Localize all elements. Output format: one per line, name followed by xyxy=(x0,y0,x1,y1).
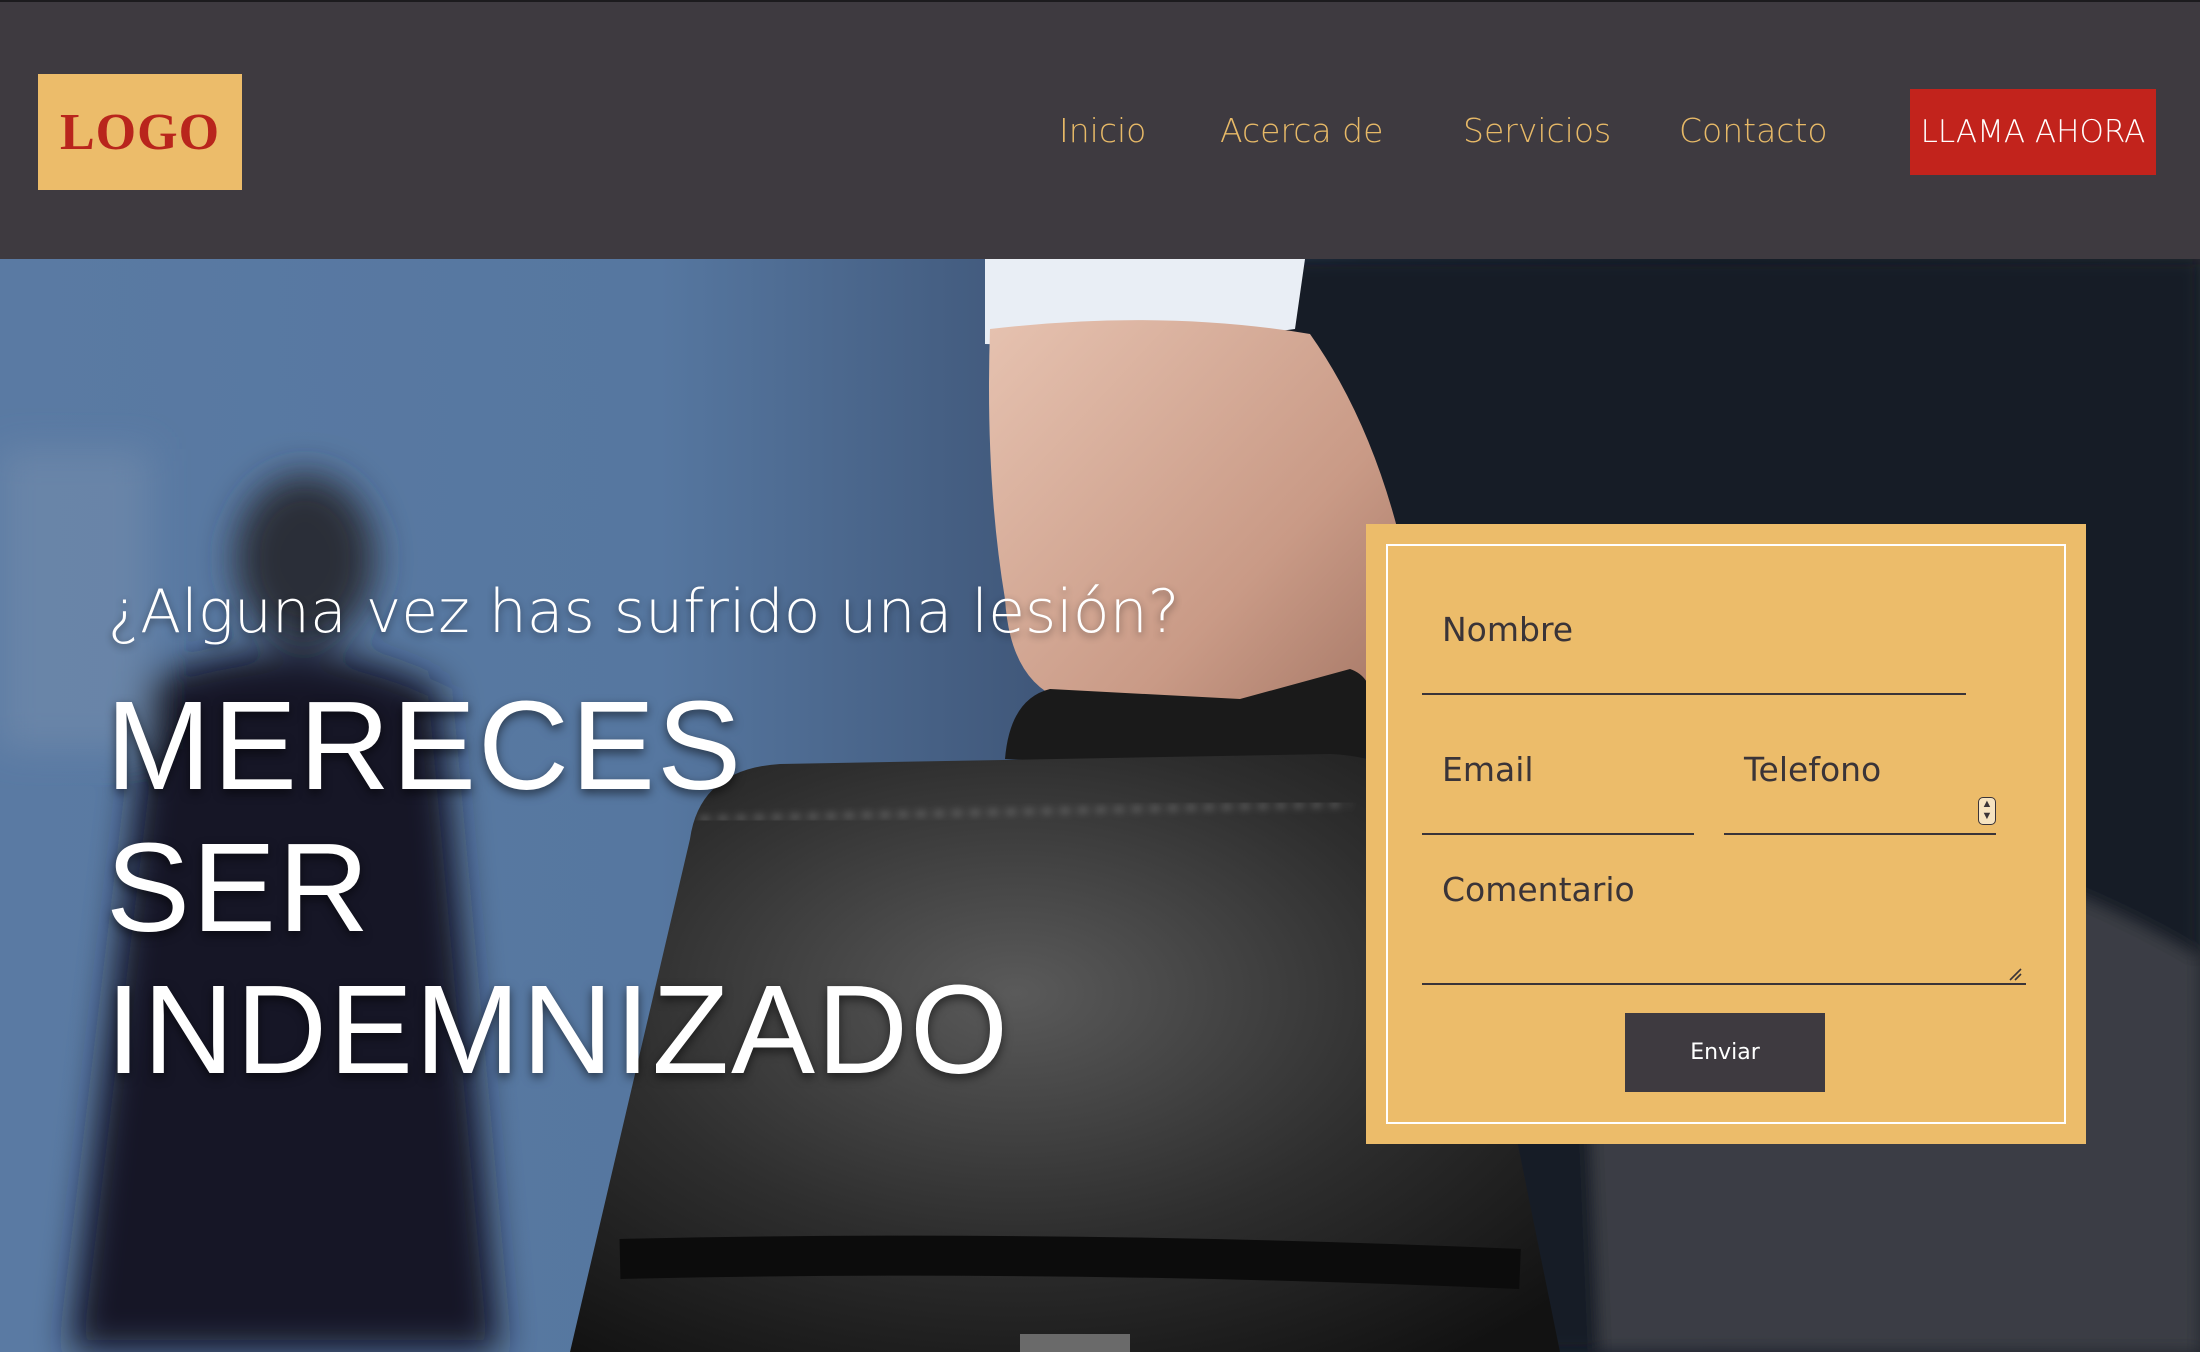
hero-subtitle: ¿Alguna vez has sufrido una lesión? xyxy=(108,577,1180,647)
name-field-placeholder: Nombre xyxy=(1442,610,1574,649)
nav-item-servicios[interactable]: Servicios xyxy=(1463,106,1611,156)
phone-field-placeholder: Telefono xyxy=(1744,750,1882,789)
hero-headline-line-1: MERECES xyxy=(106,675,744,816)
submit-button[interactable]: Enviar xyxy=(1625,1013,1825,1092)
email-field[interactable]: Email xyxy=(1422,724,1694,835)
phone-field[interactable]: Telefono ▲ ▼ xyxy=(1724,724,1996,835)
comment-field-placeholder: Comentario xyxy=(1442,870,1635,909)
nav-item-acerca-de[interactable]: Acerca de xyxy=(1220,106,1383,156)
call-now-button[interactable]: LLAMA AHORA xyxy=(1910,89,2156,175)
hero-headline-line-3: INDEMNIZADO xyxy=(106,959,1010,1100)
resize-handle-icon[interactable] xyxy=(2006,965,2022,981)
hero-headline-line-2: SER xyxy=(106,817,372,958)
nav-item-contacto[interactable]: Contacto xyxy=(1679,106,1828,156)
site-header: LOGO Inicio Acerca de Servicios Contacto… xyxy=(0,0,2200,259)
logo[interactable]: LOGO xyxy=(38,74,242,190)
logo-text: LOGO xyxy=(59,103,221,161)
spinner-icon[interactable]: ▲ ▼ xyxy=(1978,797,1996,825)
name-field[interactable]: Nombre xyxy=(1422,584,1966,695)
comment-field[interactable]: Comentario xyxy=(1422,854,2026,985)
nav-item-inicio[interactable]: Inicio xyxy=(1059,106,1146,156)
email-field-placeholder: Email xyxy=(1442,750,1534,789)
